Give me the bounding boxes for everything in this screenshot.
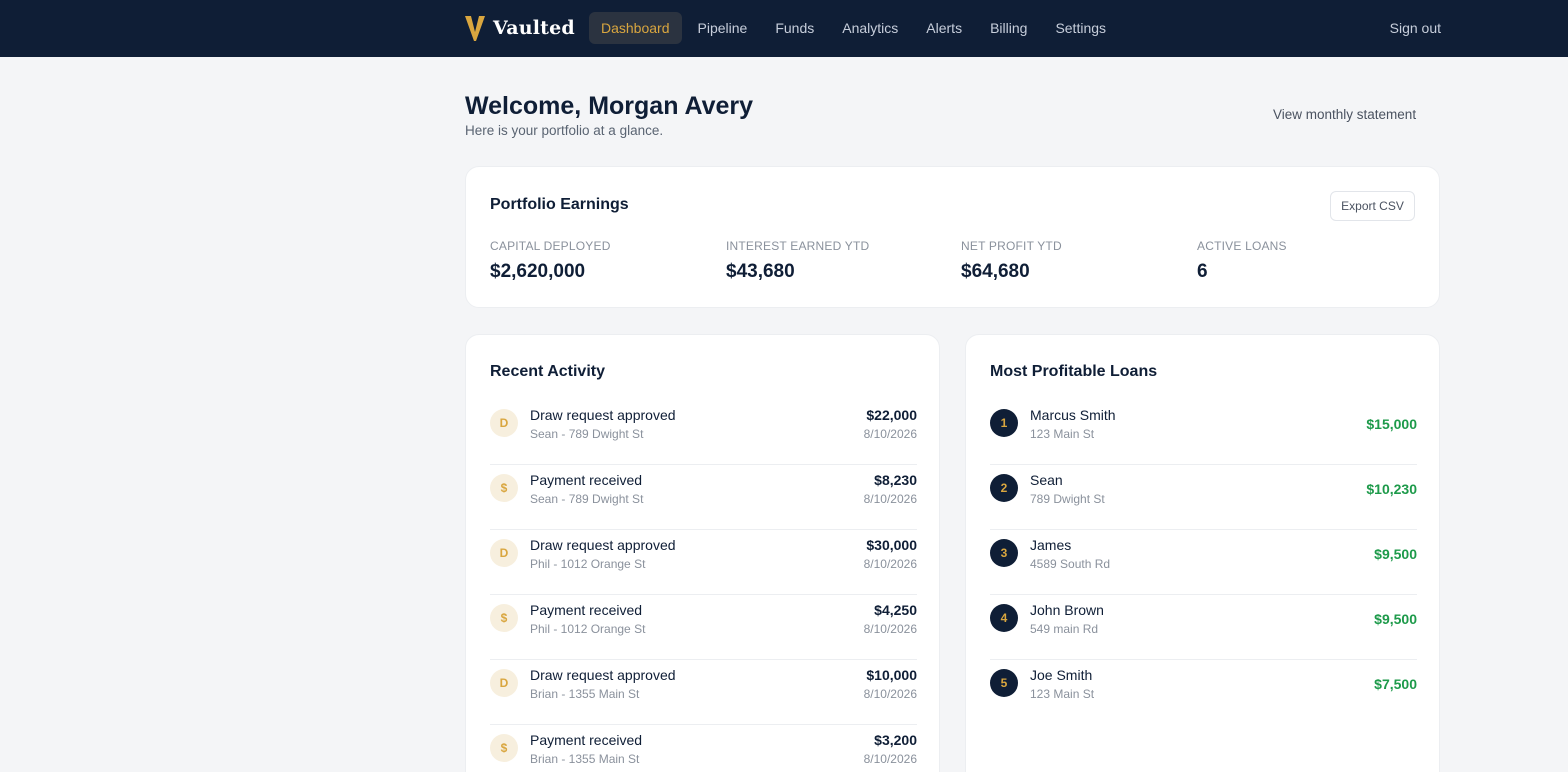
v-logo-icon — [465, 16, 485, 41]
brand[interactable]: Vaulted — [465, 12, 575, 44]
activity-title: Draw request approved — [530, 407, 676, 423]
export-csv-button[interactable]: Export CSV — [1330, 191, 1415, 221]
borrower-name: Marcus Smith — [1030, 407, 1116, 423]
property-address: 4589 South Rd — [1030, 557, 1111, 571]
nav-item-funds[interactable]: Funds — [763, 12, 826, 44]
card-title: Recent Activity — [490, 363, 605, 380]
draw-icon: D — [490, 539, 518, 567]
brand-name: Vaulted — [493, 17, 575, 39]
metric-active-loans: Active Loans 6 — [1197, 239, 1287, 283]
metric-net-profit: Net Profit YTD $64,680 — [961, 239, 1062, 283]
loan-item[interactable]: 3 James 4589 South Rd $9,500 — [990, 530, 1417, 595]
activity-item[interactable]: $ Payment received Brian - 1355 Main St … — [490, 725, 917, 772]
activity-date: 8/10/2026 — [863, 622, 917, 636]
metric-value: $64,680 — [961, 261, 1030, 282]
metric-value: $43,680 — [726, 261, 795, 282]
activity-item[interactable]: D Draw request approved Brian - 1355 Mai… — [490, 660, 917, 725]
borrower-name: Sean — [1030, 472, 1063, 488]
sign-out-link[interactable]: Sign out — [1390, 12, 1441, 44]
page-subtitle: Here is your portfolio at a glance. — [465, 123, 664, 138]
activity-date: 8/10/2026 — [863, 427, 917, 441]
activity-amount: $4,250 — [874, 602, 917, 618]
nav-item-alerts[interactable]: Alerts — [914, 12, 974, 44]
loan-item[interactable]: 5 Joe Smith 123 Main St $7,500 — [990, 660, 1417, 725]
activity-amount: $22,000 — [866, 407, 917, 423]
activity-title: Draw request approved — [530, 537, 676, 553]
metric-label: Net Profit YTD — [961, 239, 1062, 253]
property-address: 123 Main St — [1030, 427, 1095, 441]
metric-interest-earned: Interest Earned YTD $43,680 — [726, 239, 869, 283]
activity-title: Payment received — [530, 732, 643, 748]
loan-profit: $7,500 — [1374, 676, 1417, 692]
metric-label: Active Loans — [1197, 239, 1287, 253]
activity-title: Draw request approved — [530, 667, 676, 683]
view-statement-link[interactable]: View monthly statement — [1259, 101, 1430, 129]
activity-item[interactable]: D Draw request approved Sean - 789 Dwigh… — [490, 400, 917, 465]
main-nav: Dashboard Pipeline Funds Analytics Alert… — [589, 12, 1122, 44]
rank-badge: 3 — [990, 539, 1018, 567]
draw-icon: D — [490, 669, 518, 697]
dollar-icon: $ — [490, 474, 518, 502]
property-address: 789 Dwight St — [1030, 492, 1105, 506]
card-title: Portfolio Earnings — [490, 196, 629, 213]
activity-date: 8/10/2026 — [863, 492, 917, 506]
metric-value: 6 — [1197, 261, 1208, 282]
loan-item[interactable]: 4 John Brown 549 main Rd $9,500 — [990, 595, 1417, 660]
rank-badge: 4 — [990, 604, 1018, 632]
activity-detail: Sean - 789 Dwight St — [530, 427, 644, 441]
activity-amount: $10,000 — [866, 667, 917, 683]
dollar-icon: $ — [490, 734, 518, 762]
nav-item-settings[interactable]: Settings — [1043, 12, 1118, 44]
loan-profit: $15,000 — [1366, 416, 1417, 432]
borrower-name: Joe Smith — [1030, 667, 1093, 683]
draw-icon: D — [490, 409, 518, 437]
portfolio-earnings-card: Portfolio Earnings Export CSV Capital De… — [465, 166, 1440, 308]
activity-title: Payment received — [530, 602, 643, 618]
page-title: Welcome, Morgan Avery — [465, 92, 754, 120]
activity-date: 8/10/2026 — [863, 687, 917, 701]
loan-profit: $9,500 — [1374, 611, 1417, 627]
nav-item-pipeline[interactable]: Pipeline — [686, 12, 760, 44]
rank-badge: 5 — [990, 669, 1018, 697]
loan-item[interactable]: 2 Sean 789 Dwight St $10,230 — [990, 465, 1417, 530]
activity-list: D Draw request approved Sean - 789 Dwigh… — [490, 400, 917, 772]
activity-amount: $8,230 — [874, 472, 917, 488]
recent-activity-card: Recent Activity D Draw request approved … — [465, 334, 940, 772]
activity-item[interactable]: $ Payment received Phil - 1012 Orange St… — [490, 595, 917, 660]
borrower-name: James — [1030, 537, 1072, 553]
property-address: 123 Main St — [1030, 687, 1095, 701]
nav-item-dashboard[interactable]: Dashboard — [589, 12, 682, 44]
activity-item[interactable]: D Draw request approved Phil - 1012 Oran… — [490, 530, 917, 595]
most-profitable-loans-card: Most Profitable Loans 1 Marcus Smith 123… — [965, 334, 1440, 772]
loans-list: 1 Marcus Smith 123 Main St $15,000 2 Sea… — [990, 400, 1417, 725]
dollar-icon: $ — [490, 604, 518, 632]
metric-capital-deployed: Capital Deployed $2,620,000 — [490, 239, 611, 283]
borrower-name: John Brown — [1030, 602, 1104, 618]
activity-date: 8/10/2026 — [863, 557, 917, 571]
rank-badge: 1 — [990, 409, 1018, 437]
metric-value: $2,620,000 — [490, 261, 586, 282]
activity-detail: Brian - 1355 Main St — [530, 687, 640, 701]
rank-badge: 2 — [990, 474, 1018, 502]
activity-amount: $30,000 — [866, 537, 917, 553]
activity-detail: Phil - 1012 Orange St — [530, 557, 646, 571]
activity-detail: Sean - 789 Dwight St — [530, 492, 644, 506]
metric-label: Capital Deployed — [490, 239, 611, 253]
metric-label: Interest Earned YTD — [726, 239, 870, 253]
card-title: Most Profitable Loans — [990, 363, 1158, 380]
nav-item-billing[interactable]: Billing — [978, 12, 1039, 44]
loan-profit: $10,230 — [1366, 481, 1417, 497]
activity-detail: Brian - 1355 Main St — [530, 752, 640, 766]
activity-title: Payment received — [530, 472, 643, 488]
top-navigation-bar: Vaulted Dashboard Pipeline Funds Analyti… — [0, 0, 1568, 57]
activity-amount: $3,200 — [874, 732, 917, 748]
loan-item[interactable]: 1 Marcus Smith 123 Main St $15,000 — [990, 400, 1417, 465]
property-address: 549 main Rd — [1030, 622, 1099, 636]
loan-profit: $9,500 — [1374, 546, 1417, 562]
activity-item[interactable]: $ Payment received Sean - 789 Dwight St … — [490, 465, 917, 530]
nav-item-analytics[interactable]: Analytics — [830, 12, 910, 44]
activity-detail: Phil - 1012 Orange St — [530, 622, 646, 636]
activity-date: 8/10/2026 — [863, 752, 917, 766]
